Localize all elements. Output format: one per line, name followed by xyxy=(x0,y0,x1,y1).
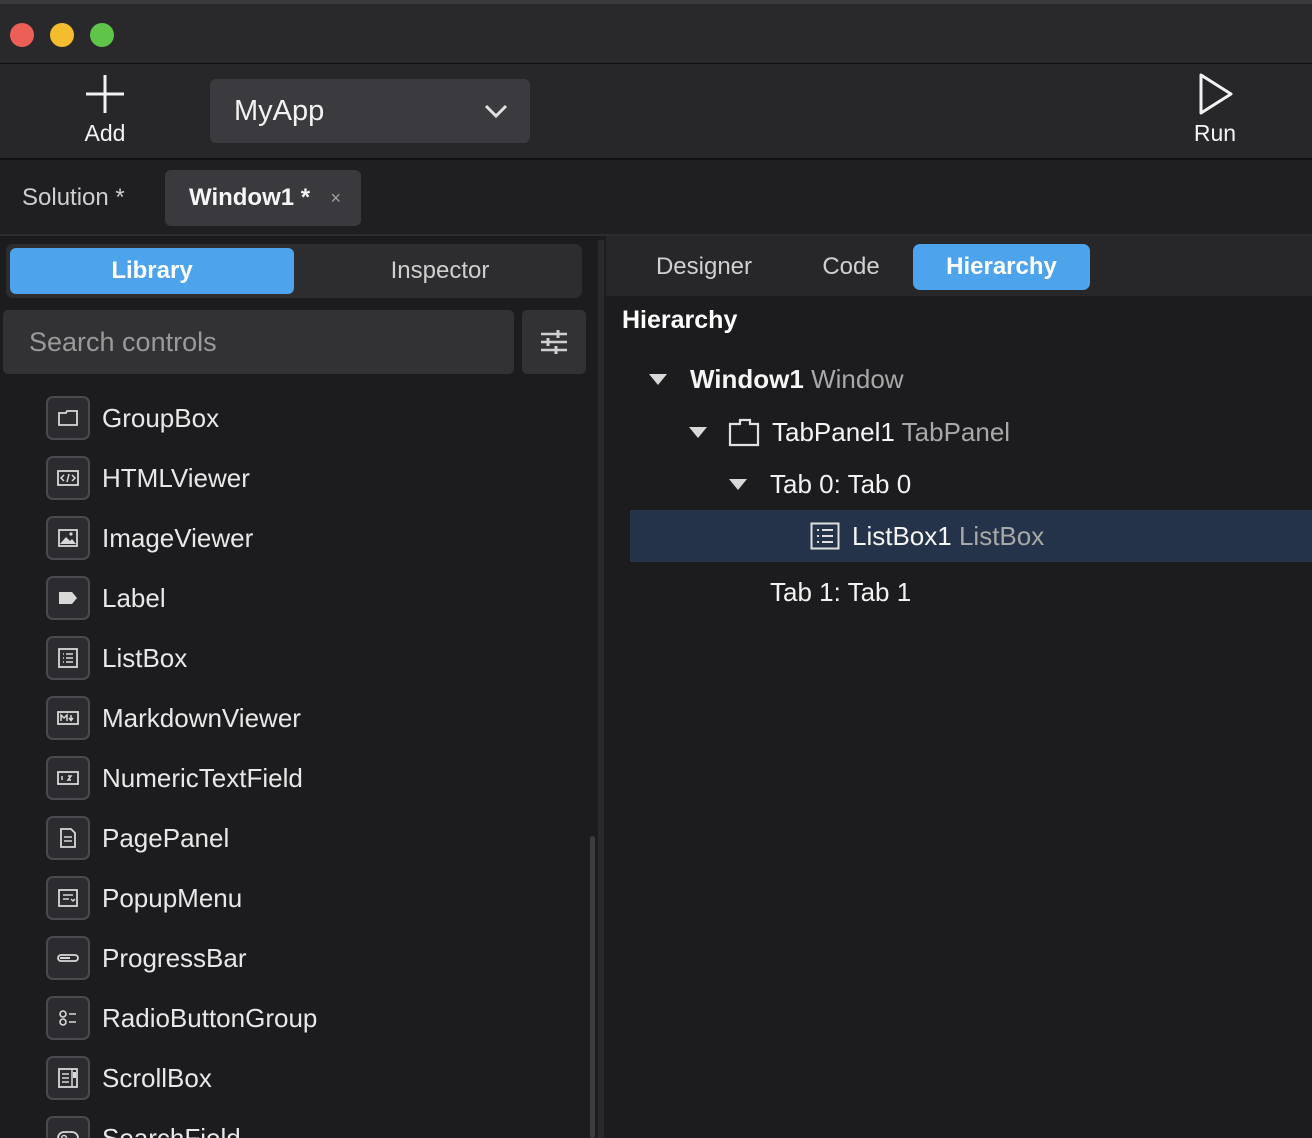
tree-node-name: Tab 0: Tab 0 xyxy=(770,468,912,499)
disclosure-triangle-icon[interactable] xyxy=(689,427,707,438)
tree-node-type: ListBox xyxy=(958,520,1045,551)
searchfield-icon xyxy=(46,1116,90,1138)
image-viewer-icon xyxy=(46,516,90,560)
list-item-label: RadioButtonGroup xyxy=(102,1002,318,1033)
tree-row-window1[interactable]: Window1 Window xyxy=(606,354,1312,404)
listbox-icon xyxy=(810,522,840,550)
project-select[interactable]: MyApp xyxy=(210,79,530,143)
tab-designer[interactable]: Designer xyxy=(636,244,772,290)
add-button-label: Add xyxy=(84,120,126,146)
tabpanel-icon xyxy=(728,418,760,447)
list-item-label: GroupBox xyxy=(102,402,220,433)
groupbox-icon xyxy=(46,396,90,440)
tree-row-text: ListBox1 ListBox xyxy=(852,521,1044,552)
library-inspector-switch: Library Inspector xyxy=(6,244,582,298)
tree-node-type: TabPanel xyxy=(901,416,1011,447)
panel-splitter[interactable] xyxy=(598,240,604,1138)
plus-icon xyxy=(86,75,124,113)
list-item-markdownviewer[interactable]: MarkdownViewer xyxy=(46,696,301,740)
tree-row-tab0[interactable]: Tab 0: Tab 0 xyxy=(606,459,1312,509)
hierarchy-title: Hierarchy xyxy=(622,306,738,334)
run-button-label: Run xyxy=(1193,120,1237,146)
tab-window1[interactable]: Window1 * × xyxy=(165,170,361,226)
list-item-popupmenu[interactable]: PopupMenu xyxy=(46,876,242,920)
list-item-htmlviewer[interactable]: HTMLViewer xyxy=(46,456,250,500)
disclosure-triangle-icon[interactable] xyxy=(649,374,667,385)
tab-hierarchy[interactable]: Hierarchy xyxy=(913,244,1090,290)
list-item-label: ImageViewer xyxy=(102,522,254,553)
tree-node-name: Window1 xyxy=(690,363,804,394)
list-item-label: ScrollBox xyxy=(102,1062,212,1093)
run-button[interactable]: Run xyxy=(1170,72,1260,152)
tree-node-name: ListBox1 xyxy=(852,520,952,551)
tab-solution[interactable]: Solution * xyxy=(22,170,125,226)
tree-row-text: TabPanel1 TabPanel xyxy=(772,417,1010,448)
list-item-radiobuttongroup[interactable]: RadioButtonGroup xyxy=(46,996,317,1040)
tab-window1-label: Window1 * xyxy=(189,184,311,211)
numeric-textfield-icon xyxy=(46,756,90,800)
close-tab-icon[interactable]: × xyxy=(330,188,341,209)
list-item-searchfield[interactable]: SearchField xyxy=(46,1116,241,1138)
disclosure-triangle-icon[interactable] xyxy=(729,479,747,490)
popupmenu-icon xyxy=(46,876,90,920)
tree-node-name: Tab 1: Tab 1 xyxy=(770,576,912,607)
tree-node-name: TabPanel1 xyxy=(772,416,895,447)
library-scrollbar[interactable] xyxy=(590,836,595,1138)
list-item-groupbox[interactable]: GroupBox xyxy=(46,396,219,440)
sliders-icon xyxy=(541,330,567,354)
label-icon xyxy=(46,576,90,620)
tree-row-tab1[interactable]: Tab 1: Tab 1 xyxy=(606,567,1312,617)
library-segment[interactable]: Library xyxy=(10,248,294,294)
window-minimize-button[interactable] xyxy=(50,23,74,47)
list-item-label: PagePanel xyxy=(102,822,230,853)
list-item-listbox[interactable]: ListBox xyxy=(46,636,187,680)
play-icon xyxy=(1199,73,1233,115)
window-maximize-button[interactable] xyxy=(90,23,114,47)
view-tabs: Designer Code Hierarchy xyxy=(606,236,1312,296)
project-select-value: MyApp xyxy=(234,94,325,127)
list-item-label: PopupMenu xyxy=(102,882,243,913)
tree-row-text: Window1 Window xyxy=(690,364,904,395)
document-tabs: Solution * Window1 * × xyxy=(0,160,1312,236)
title-bar xyxy=(0,0,1312,64)
listbox-icon xyxy=(46,636,90,680)
list-item-numerictextfield[interactable]: NumericTextField xyxy=(46,756,303,800)
library-panel: Library Inspector Search controls GroupB… xyxy=(0,236,598,1138)
toolbar: Add MyApp Run xyxy=(0,64,1312,160)
progressbar-icon xyxy=(46,936,90,980)
list-item-scrollbox[interactable]: ScrollBox xyxy=(46,1056,212,1100)
list-item-label: NumericTextField xyxy=(102,762,303,793)
list-item-label: SearchField xyxy=(102,1122,241,1138)
hierarchy-panel: Designer Code Hierarchy Hierarchy Window… xyxy=(606,236,1312,1138)
list-item-imageviewer[interactable]: ImageViewer xyxy=(46,516,253,560)
list-item-label: MarkdownViewer xyxy=(102,702,301,733)
list-item-label: ProgressBar xyxy=(102,942,247,973)
list-item-progressbar[interactable]: ProgressBar xyxy=(46,936,247,980)
inspector-segment[interactable]: Inspector xyxy=(298,248,582,294)
window-close-button[interactable] xyxy=(10,23,34,47)
search-placeholder: Search controls xyxy=(29,326,217,357)
tree-row-tabpanel1[interactable]: TabPanel1 TabPanel xyxy=(606,407,1312,457)
list-item-pagepanel[interactable]: PagePanel xyxy=(46,816,229,860)
tab-solution-label: Solution * xyxy=(22,184,125,211)
radiobuttongroup-icon xyxy=(46,996,90,1040)
scrollbox-icon xyxy=(46,1056,90,1100)
tab-code[interactable]: Code xyxy=(806,244,896,290)
tree-row-listbox1[interactable]: ListBox1 ListBox xyxy=(630,510,1312,562)
search-input[interactable]: Search controls xyxy=(3,310,514,374)
filter-button[interactable] xyxy=(522,310,586,374)
list-item-label: HTMLViewer xyxy=(102,462,250,493)
list-item-label: Label xyxy=(102,582,166,613)
list-item-label[interactable]: Label xyxy=(46,576,166,620)
chevron-down-icon xyxy=(484,104,508,119)
list-item-label: ListBox xyxy=(102,642,188,673)
markdown-viewer-icon xyxy=(46,696,90,740)
add-button[interactable]: Add xyxy=(60,72,150,152)
pagepanel-icon xyxy=(46,816,90,860)
tree-node-type: Window xyxy=(811,363,904,394)
html-viewer-icon xyxy=(46,456,90,500)
